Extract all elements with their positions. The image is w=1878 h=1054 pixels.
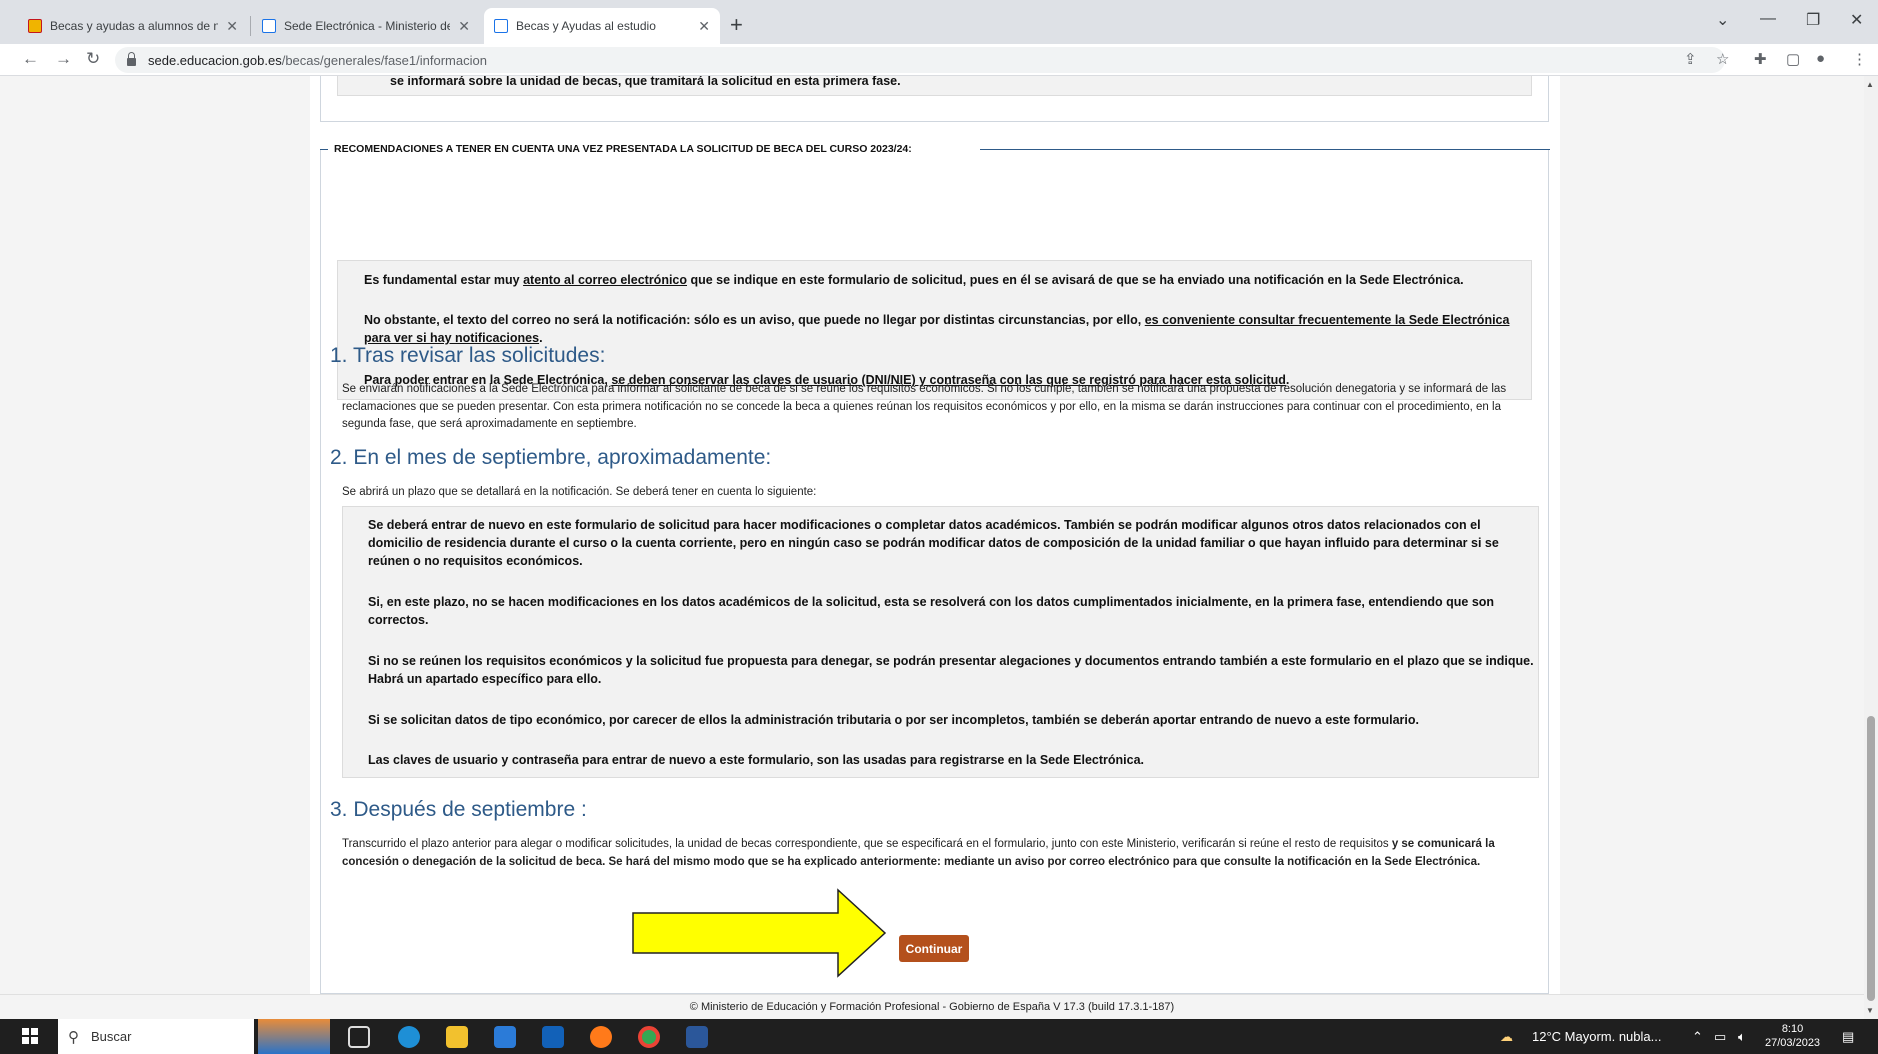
tab-becas-ayudas-estudio[interactable]: Becas y Ayudas al estudio ✕ [484,8,720,44]
browser-toolbar: ← → ↻ sede.educacion.gob.es/becas/genera… [0,44,1878,76]
section-2-item: Si se solicitan datos de tipo económico,… [368,713,1419,727]
network-icon[interactable]: ▭ [1714,1029,1726,1045]
previous-section-panel: se informará sobre la unidad de becas, q… [320,76,1549,122]
section-1-text: Se enviarán notificaciones a la Sede Ele… [342,383,1507,430]
fieldset-border [980,149,1550,150]
text-segment: . [539,331,543,345]
tab-title: Becas y ayudas a alumnos de nivel [50,19,219,33]
spain-gov-favicon-icon [28,19,42,33]
tab-sede-electronica[interactable]: Sede Electrónica - Ministerio de E ✕ [252,8,480,44]
menu-kebab-icon[interactable]: ⋮ [1852,50,1867,68]
windows-taskbar: ⚲ Buscar ☁ 12°C Mayorm. nubla... ⌃ ▭ 🔈︎ … [0,1019,1878,1054]
recommendation-notification: No obstante, el texto del correo no será… [364,311,1524,347]
section-2-item: Si no se reúnen los requisitos económico… [368,654,1534,686]
side-panel-icon[interactable]: ▢ [1786,50,1800,68]
section-2-item: Se deberá entrar de nuevo en este formul… [368,518,1499,568]
close-icon[interactable]: ✕ [458,18,470,35]
reload-icon[interactable]: ↻ [86,49,100,69]
tray-chevron-icon[interactable]: ⌃ [1692,1029,1703,1045]
file-explorer-icon[interactable] [446,1026,468,1048]
yellow-arrow-icon [632,888,887,978]
address-bar[interactable]: sede.educacion.gob.es/becas/generales/fa… [115,47,1725,73]
sede-favicon-icon [262,19,276,33]
url-host: sede.educacion.gob.es [148,52,282,68]
restore-icon[interactable]: ❐ [1806,10,1820,30]
fieldset-border [320,149,328,150]
taskbar-search[interactable]: ⚲ Buscar [58,1019,254,1054]
text-segment: que se indique en este formulario de sol… [687,273,1464,287]
clock-time: 8:10 [1781,1023,1804,1035]
windows-start-icon[interactable] [22,1028,38,1044]
close-icon[interactable]: ✕ [226,18,238,35]
section-2-item: Si, en este plazo, no se hacen modificac… [368,595,1495,627]
recommendations-legend: RECOMENDACIONES A TENER EN CUENTA UNA VE… [328,143,918,155]
notifications-icon[interactable]: ▤ [1842,1029,1854,1045]
profile-avatar-icon[interactable]: ● [1816,50,1825,67]
taskbar-clock[interactable]: 8:10 27/03/2023 [1765,1022,1820,1050]
section-3-heading: 3. Después de septiembre : [330,798,587,821]
scroll-up-icon[interactable]: ▲ [1866,80,1874,89]
section-2-heading: 2. En el mes de septiembre, aproximadame… [330,446,772,469]
search-icon: ⚲ [68,1028,79,1046]
weather-cloud-icon[interactable]: ☁ [1500,1029,1513,1045]
recommendation-email: Es fundamental estar muy atento al corre… [364,271,1524,289]
section-1-heading: 1. Tras revisar las solicitudes: [330,344,606,367]
text-segment: Es fundamental estar muy [364,273,524,287]
scroll-thumb[interactable] [1867,716,1875,1001]
text-segment-underlined: atento al correo electrónico [523,273,688,287]
extensions-puzzle-icon[interactable]: ✚ [1754,50,1767,68]
continue-button[interactable]: Continuar [899,935,969,962]
clock-date: 27/03/2023 [1765,1037,1821,1049]
text-segment: No obstante, el texto del correo no será… [364,313,1145,327]
sede-favicon-icon [494,19,508,33]
section-2-intro: Se abrirá un plazo que se detallará en l… [342,486,817,498]
url-path: /becas/generales/fase1/informacion [281,52,487,68]
close-icon[interactable]: ✕ [698,18,710,35]
back-arrow-icon[interactable]: ← [22,49,39,69]
tab-search-chevron-icon[interactable]: ⌄ [1716,10,1729,30]
page-footer: © Ministerio de Educación y Formación Pr… [0,994,1864,1019]
page-viewport: se informará sobre la unidad de becas, q… [0,76,1864,1019]
scroll-down-icon[interactable]: ▼ [1866,1006,1874,1015]
share-icon[interactable]: ⇪ [1684,50,1697,68]
text-segment: Transcurrido el plazo anterior para aleg… [342,838,1389,850]
volume-icon[interactable]: 🔈︎ [1738,1029,1746,1045]
tab-separator [250,16,251,36]
firefox-icon[interactable] [590,1026,612,1048]
weather-text[interactable]: 12°C Mayorm. nubla... [1532,1029,1661,1044]
tab-strip: Becas y ayudas a alumnos de nivel ✕ Sede… [0,0,1878,44]
tab-becas-ayudas-niveles[interactable]: Becas y ayudas a alumnos de nivel ✕ [18,8,248,44]
previous-info-box: se informará sobre la unidad de becas, q… [337,76,1532,96]
section-3-text: Transcurrido el plazo anterior para aleg… [342,836,1540,871]
microsoft-store-icon[interactable] [494,1026,516,1048]
tab-title: Sede Electrónica - Ministerio de E [284,19,451,33]
tab-title: Becas y Ayudas al estudio [516,19,656,33]
word-icon[interactable] [686,1026,708,1048]
vertical-scrollbar[interactable]: ▲ ▼ [1864,76,1878,1019]
chrome-icon[interactable] [638,1026,660,1048]
search-highlights-image[interactable] [258,1019,330,1054]
window-close-icon[interactable]: ✕ [1850,10,1863,30]
section-2-item: Las claves de usuario y contraseña para … [368,753,1145,767]
previous-info-text: se informará sobre la unidad de becas, q… [390,76,901,88]
mail-icon[interactable] [542,1026,564,1048]
lock-icon[interactable] [127,52,136,66]
edge-browser-icon[interactable] [398,1026,420,1048]
forward-arrow-icon[interactable]: → [55,49,72,69]
bookmark-star-icon[interactable]: ☆ [1716,50,1729,68]
new-tab-icon[interactable]: + [730,12,743,38]
minimize-icon[interactable]: — [1760,10,1776,28]
recommendations-box: Es fundamental estar muy atento al corre… [337,260,1532,400]
taskbar-search-placeholder: Buscar [91,1029,132,1044]
task-view-icon[interactable] [348,1026,370,1048]
